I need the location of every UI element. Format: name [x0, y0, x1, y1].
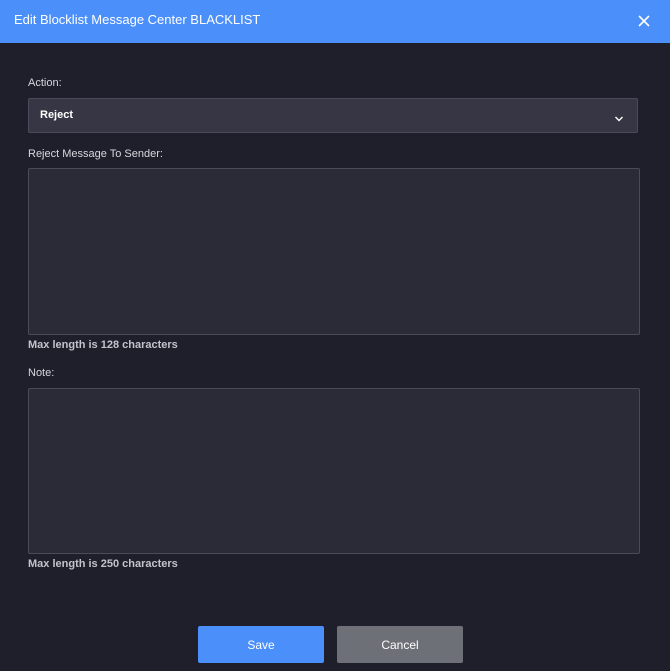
edit-blocklist-dialog: Edit Blocklist Message Center BLACKLIST …: [0, 0, 670, 671]
action-selected-value: Reject: [40, 109, 74, 121]
reject-message-hint: Max length is 128 characters: [28, 339, 178, 351]
note-label: Note:: [28, 367, 55, 379]
dialog-header: Edit Blocklist Message Center BLACKLIST: [0, 0, 670, 43]
action-label: Action:: [28, 77, 62, 89]
note-textarea[interactable]: [28, 388, 640, 554]
close-icon[interactable]: [632, 9, 656, 33]
note-hint: Max length is 250 characters: [28, 558, 178, 570]
dialog-title: Edit Blocklist Message Center BLACKLIST: [14, 12, 261, 27]
reject-message-label: Reject Message To Sender:: [28, 148, 163, 160]
reject-message-textarea[interactable]: [28, 168, 640, 335]
cancel-button[interactable]: Cancel: [337, 626, 463, 663]
chevron-down-icon: [614, 111, 624, 122]
save-button[interactable]: Save: [198, 626, 324, 663]
action-select[interactable]: Reject: [28, 98, 638, 133]
